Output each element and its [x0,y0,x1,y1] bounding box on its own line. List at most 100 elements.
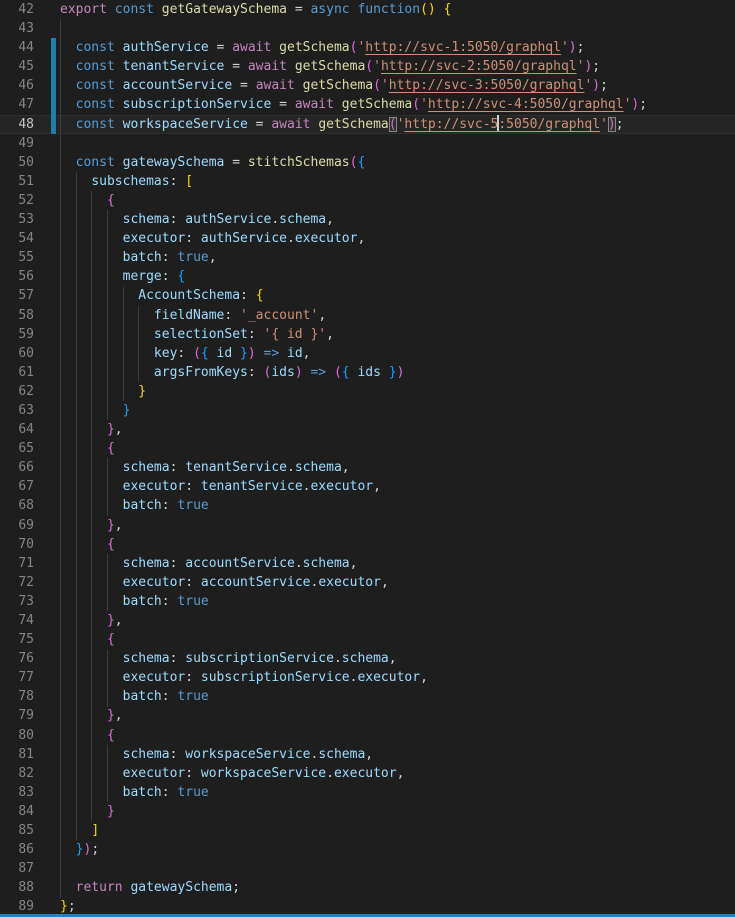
code-line[interactable]: 55 batch: true, [0,248,735,267]
line-number[interactable]: 54 [0,229,60,248]
line-number[interactable]: 64 [0,420,60,439]
line-number[interactable]: 52 [0,191,60,210]
code-line[interactable]: 60 key: ({ id }) => id, [0,344,735,363]
line-number[interactable]: 87 [0,859,60,878]
code-line[interactable]: 62 } [0,382,735,401]
code-line-text: schema: accountService.schema, [60,554,735,573]
code-line[interactable]: 84 } [0,802,735,821]
code-line[interactable]: 68 batch: true [0,496,735,515]
code-token [60,327,154,342]
line-number[interactable]: 88 [0,878,60,897]
code-line[interactable]: 52 { [0,191,735,210]
code-line[interactable]: 46 const accountService = await getSchem… [0,76,735,95]
code-line[interactable]: 83 batch: true [0,783,735,802]
line-number[interactable]: 74 [0,611,60,630]
code-line[interactable]: 57 AccountSchema: { [0,286,735,305]
code-token: { [357,155,365,170]
line-number[interactable]: 68 [0,496,60,515]
code-line[interactable]: 42export const getGatewaySchema = async … [0,0,735,19]
code-line[interactable]: 66 schema: tenantService.schema, [0,458,735,477]
line-number[interactable]: 85 [0,821,60,840]
git-modified-indicator[interactable] [51,38,56,134]
code-line[interactable]: 88 return gatewaySchema; [0,878,735,897]
line-number[interactable]: 63 [0,401,60,420]
code-line[interactable]: 64 }, [0,420,735,439]
code-line[interactable]: 45 const tenantService = await getSchema… [0,57,735,76]
line-number[interactable]: 76 [0,649,60,668]
code-line[interactable]: 58 fieldName: '_account', [0,306,735,325]
line-number[interactable]: 66 [0,458,60,477]
code-line[interactable]: 75 { [0,630,735,649]
code-token: gatewaySchema [123,155,225,170]
line-number[interactable]: 42 [0,0,60,19]
line-number[interactable]: 65 [0,439,60,458]
code-line[interactable]: 65 { [0,439,735,458]
line-number[interactable]: 61 [0,363,60,382]
code-line[interactable]: 74 }, [0,611,735,630]
code-line[interactable]: 79 }, [0,706,735,725]
code-line[interactable]: 69 }, [0,516,735,535]
code-line[interactable]: 47 const subscriptionService = await get… [0,95,735,114]
line-number[interactable]: 57 [0,286,60,305]
code-line[interactable]: 72 executor: accountService.executor, [0,573,735,592]
code-line[interactable]: 86 }); [0,840,735,859]
code-line[interactable]: 67 executor: tenantService.executor, [0,477,735,496]
code-line[interactable]: 44 const authService = await getSchema('… [0,38,735,57]
code-line[interactable]: 78 batch: true [0,687,735,706]
code-token: executor [334,766,397,781]
code-token: function [357,2,420,17]
line-number[interactable]: 51 [0,172,60,191]
code-line[interactable]: 76 schema: subscriptionService.schema, [0,649,735,668]
code-line[interactable]: 70 { [0,535,735,554]
line-number[interactable]: 43 [0,19,60,38]
code-line[interactable]: 54 executor: authService.executor, [0,229,735,248]
line-number[interactable]: 67 [0,477,60,496]
line-number[interactable]: 80 [0,726,60,745]
code-token: const [76,59,115,74]
line-number[interactable]: 83 [0,783,60,802]
line-number[interactable]: 50 [0,153,60,172]
line-number[interactable]: 79 [0,706,60,725]
line-number[interactable]: 78 [0,687,60,706]
code-line[interactable]: 85 ] [0,821,735,840]
line-number[interactable]: 59 [0,325,60,344]
line-number[interactable]: 53 [0,210,60,229]
code-line[interactable]: 48 const workspaceService = await getSch… [0,115,735,134]
code-line[interactable]: 73 batch: true [0,592,735,611]
code-line[interactable]: 43 [0,19,735,38]
code-line[interactable]: 49 [0,134,735,153]
code-line[interactable]: 82 executor: workspaceService.executor, [0,764,735,783]
code-editor[interactable]: 42export const getGatewaySchema = async … [0,0,735,917]
code-line[interactable]: 81 schema: workspaceService.schema, [0,745,735,764]
code-line[interactable]: 87 [0,859,735,878]
code-line[interactable]: 56 merge: { [0,267,735,286]
line-number[interactable]: 55 [0,248,60,267]
line-number[interactable]: 73 [0,592,60,611]
line-number[interactable]: 86 [0,840,60,859]
code-line[interactable]: 53 schema: authService.schema, [0,210,735,229]
code-line[interactable]: 71 schema: accountService.schema, [0,554,735,573]
line-number[interactable]: 72 [0,573,60,592]
line-number[interactable]: 62 [0,382,60,401]
code-line[interactable]: 59 selectionSet: '{ id }', [0,325,735,344]
code-token [60,422,107,437]
line-number[interactable]: 81 [0,745,60,764]
line-number[interactable]: 49 [0,134,60,153]
code-line[interactable]: 63 } [0,401,735,420]
code-lines[interactable]: 42export const getGatewaySchema = async … [0,0,735,917]
line-number[interactable]: 82 [0,764,60,783]
code-line[interactable]: 77 executor: subscriptionService.executo… [0,668,735,687]
line-number[interactable]: 56 [0,267,60,286]
line-number[interactable]: 58 [0,306,60,325]
code-line[interactable]: 80 { [0,726,735,745]
code-line[interactable]: 51 subschemas: [ [0,172,735,191]
line-number[interactable]: 75 [0,630,60,649]
code-line[interactable]: 50 const gatewaySchema = stitchSchemas({ [0,153,735,172]
line-number[interactable]: 69 [0,516,60,535]
line-number[interactable]: 84 [0,802,60,821]
line-number[interactable]: 60 [0,344,60,363]
line-number[interactable]: 70 [0,535,60,554]
code-line[interactable]: 61 argsFromKeys: (ids) => ({ ids }) [0,363,735,382]
line-number[interactable]: 77 [0,668,60,687]
line-number[interactable]: 71 [0,554,60,573]
